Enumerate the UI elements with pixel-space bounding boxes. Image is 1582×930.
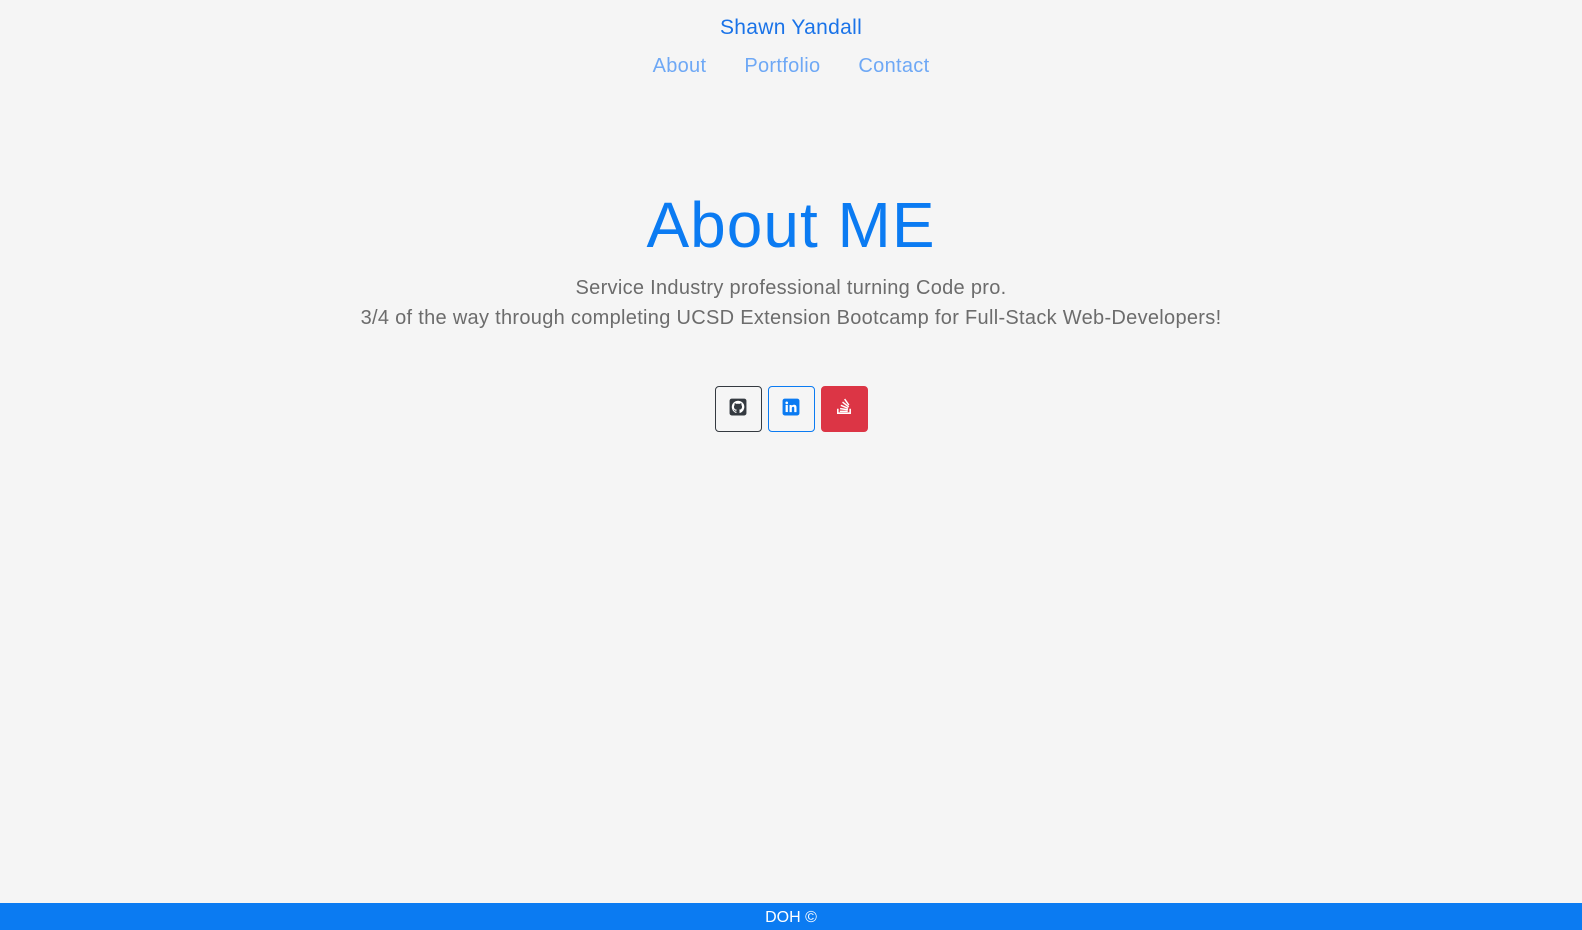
stackoverflow-button[interactable]: [820, 386, 868, 432]
social-links: [0, 386, 1582, 432]
page-title: About ME: [646, 189, 936, 261]
hero-subtitle-line-1: Service Industry professional turning Co…: [575, 277, 1007, 299]
site-brand[interactable]: Shawn Yandall: [0, 16, 1582, 40]
linkedin-icon: [782, 398, 800, 421]
footer: DOH ©: [0, 903, 1582, 930]
nav-link-contact[interactable]: Contact: [858, 55, 929, 78]
page: Shawn Yandall About Portfolio Contact Ab…: [0, 0, 1582, 930]
footer-copyright: DOH ©: [765, 909, 817, 926]
github-button[interactable]: [714, 386, 762, 432]
linkedin-button[interactable]: [767, 386, 815, 432]
main-nav: About Portfolio Contact: [0, 55, 1582, 78]
nav-link-about[interactable]: About: [653, 55, 707, 78]
stackoverflow-icon: [835, 398, 853, 421]
nav-link-portfolio[interactable]: Portfolio: [744, 55, 820, 78]
hero-subtitle-line-2: 3/4 of the way through completing UCSD E…: [360, 307, 1222, 329]
github-icon: [729, 398, 747, 421]
